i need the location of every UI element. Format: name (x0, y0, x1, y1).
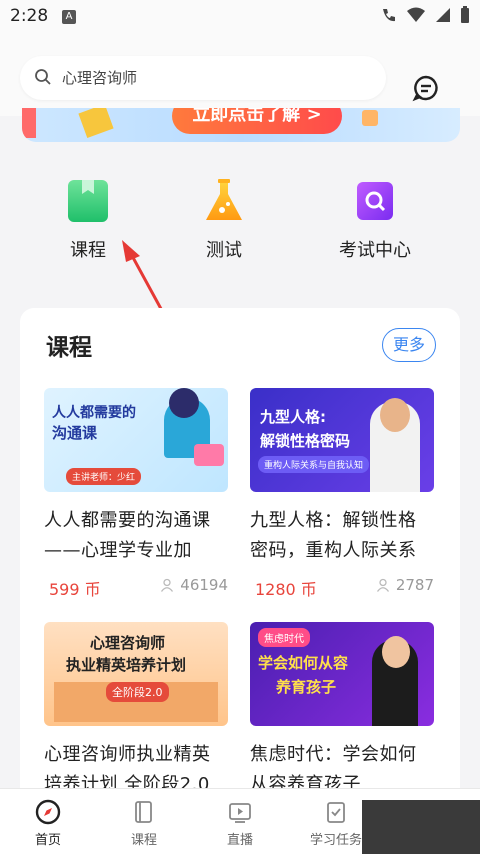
tab-label: 课程 (130, 833, 157, 848)
course-book-icon (68, 180, 108, 222)
notification-a-icon: A (62, 10, 76, 24)
course-price: 599 币 (49, 580, 101, 599)
thumbnail-title: 执业精英培养计划 (66, 656, 187, 674)
course-thumbnail: 焦虑时代 学会如何从容 养育孩子 (250, 622, 434, 726)
play-icon (229, 803, 251, 823)
thumbnail-title: 学会如何从容 (258, 654, 349, 672)
status-icons (380, 6, 470, 24)
thumbnail-title: 沟通课 (52, 424, 98, 442)
battery-icon (461, 6, 469, 23)
wifi-call-icon (383, 9, 395, 22)
quick-nav-label: 测试 (206, 240, 242, 261)
tab-course[interactable]: 课程 (96, 799, 192, 848)
tab-label: 首页 (34, 833, 61, 848)
thumbnail-title: 心理咨询师 (90, 634, 166, 652)
flask-icon (206, 179, 242, 220)
status-time: 2:28 (10, 6, 49, 26)
quick-nav-course[interactable]: 课程 (33, 170, 143, 262)
courses-section: 课程 更多 人人都需要的 沟通课 主讲老师：少红 人人都需要的沟通课——心理学专… (20, 308, 460, 808)
quick-nav-exam-center[interactable]: 考试中心 (320, 170, 430, 262)
exam-search-icon (357, 182, 393, 220)
thumbnail-tag: 全阶段2.0 (106, 682, 169, 702)
banner-decoration (362, 110, 378, 126)
status-bar: 2:28 A (0, 0, 480, 34)
search-icon (35, 69, 51, 85)
person-icon (161, 578, 174, 592)
thumbnail-title: 养育孩子 (276, 678, 337, 696)
thumbnail-title: 九型人格: (260, 408, 326, 426)
course-item[interactable]: 焦虑时代 学会如何从容 养育孩子 焦虑时代：学会如何从容养育孩子———— (250, 622, 434, 800)
course-name: 人人都需要的沟通课——心理学专业加 (44, 510, 211, 561)
banner-decoration (22, 108, 36, 138)
person-icon (376, 578, 389, 592)
tab-live[interactable]: 直播 (192, 799, 288, 848)
tab-home[interactable]: 首页 (0, 799, 96, 848)
thumbnail-title: 解锁性格密码 (260, 432, 351, 450)
course-name: 九型人格：解锁性格密码，重构人际关系 (250, 510, 417, 561)
course-item[interactable]: 九型人格: 解锁性格密码 重构人际关系与自我认知 九型人格：解锁性格密码，重构人… (250, 388, 434, 599)
quick-nav-label: 考试中心 (339, 240, 411, 261)
book-icon (135, 801, 152, 823)
illustration-person-head (169, 388, 199, 418)
course-item[interactable]: 人人都需要的 沟通课 主讲老师：少红 人人都需要的沟通课——心理学专业加 599… (44, 388, 228, 599)
more-button[interactable]: 更多 (382, 328, 436, 362)
quick-nav-label: 课程 (70, 240, 106, 261)
course-meta: 599 币 46194 (44, 574, 228, 599)
floating-overlay (362, 800, 480, 854)
quick-nav-test[interactable]: 测试 (169, 170, 279, 262)
course-price: 1280 币 (255, 580, 317, 599)
thumbnail-tag: 主讲老师：少红 (66, 468, 142, 485)
learner-count: 2787 (376, 576, 434, 594)
compass-icon (35, 799, 61, 825)
section-title: 课程 (46, 335, 92, 361)
search-placeholder: 心理咨询师 (62, 69, 138, 87)
thumbnail-tag: 重构人际关系与自我认知 (258, 456, 370, 473)
search-input[interactable]: 心理咨询师 (20, 56, 386, 100)
header: 心理咨询师 (0, 34, 480, 116)
course-thumbnail: 人人都需要的 沟通课 主讲老师：少红 (44, 388, 228, 492)
signal-icon (436, 8, 450, 22)
promo-banner[interactable]: 立即点击了解 > (22, 108, 460, 142)
learner-count-value: 46194 (180, 576, 228, 594)
course-meta: 1280 币 2787 (250, 574, 434, 599)
banner-decoration (78, 108, 114, 139)
banner-cta-button[interactable]: 立即点击了解 > (172, 108, 342, 134)
course-item[interactable]: 心理咨询师 执业精英培养计划 全阶段2.0 心理咨询师执业精英培养计划 全阶段2… (44, 622, 228, 800)
course-thumbnail: 九型人格: 解锁性格密码 重构人际关系与自我认知 (250, 388, 434, 492)
illustration-device (194, 444, 224, 466)
thumbnail-tag: 焦虑时代 (258, 628, 310, 647)
learner-count-value: 2787 (395, 576, 434, 594)
quick-nav: 课程 测试 考试中心 (0, 170, 480, 270)
tab-label: 直播 (226, 833, 253, 848)
thumbnail-title: 人人都需要的 (52, 405, 136, 421)
message-icon[interactable] (412, 74, 440, 102)
wifi-icon (407, 7, 425, 22)
illustration-person-head (382, 636, 410, 668)
learner-count: 46194 (160, 576, 228, 594)
course-thumbnail: 心理咨询师 执业精英培养计划 全阶段2.0 (44, 622, 228, 726)
task-icon (327, 802, 345, 823)
illustration-person-head (380, 398, 410, 432)
